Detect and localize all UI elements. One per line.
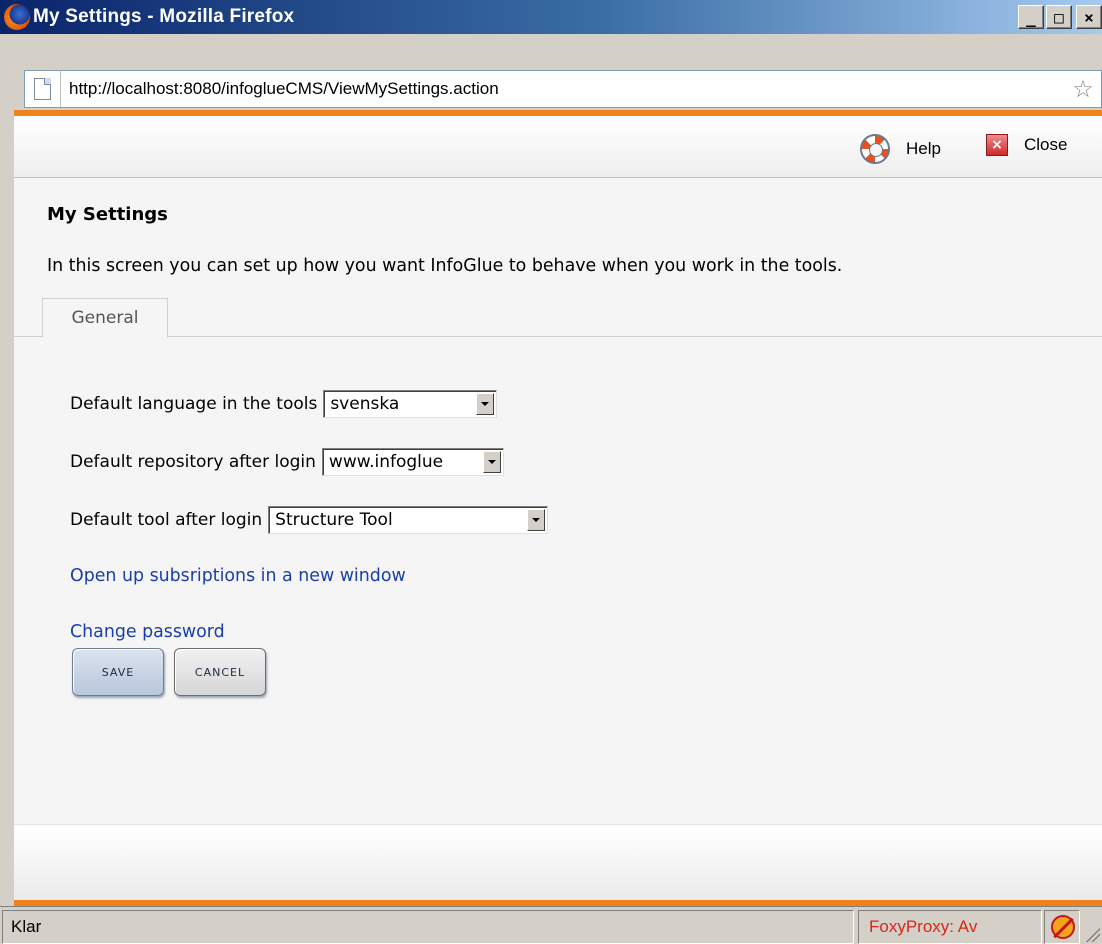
chevron-down-icon[interactable] bbox=[527, 509, 546, 531]
help-label: Help bbox=[906, 139, 941, 158]
url-text[interactable]: http://localhost:8080/infoglueCMS/ViewMy… bbox=[69, 79, 1065, 99]
close-button[interactable]: × Close bbox=[986, 134, 1067, 156]
repository-select-value: www.infoglue bbox=[328, 452, 444, 472]
status-text: Klar bbox=[11, 917, 42, 936]
foxyproxy-status[interactable]: FoxyProxy: Av bbox=[869, 917, 977, 937]
bottom-band bbox=[14, 824, 1102, 906]
help-button[interactable]: Help bbox=[860, 134, 941, 164]
foxyproxy-icon-pane[interactable] bbox=[1044, 910, 1080, 944]
tool-select[interactable]: Structure Tool bbox=[268, 506, 549, 534]
page-content: Help × Close My Settings In this screen … bbox=[14, 110, 1102, 906]
language-row: Default language in the tools svenska bbox=[70, 390, 498, 418]
window-title: My Settings - Mozilla Firefox bbox=[33, 6, 295, 27]
language-label: Default language in the tools bbox=[70, 394, 318, 414]
window-controls: _ □ × bbox=[1018, 5, 1102, 29]
tab-strip-divider bbox=[14, 336, 1102, 337]
status-bar: Klar FoxyProxy: Av bbox=[0, 906, 1102, 944]
bookmark-star-icon[interactable]: ☆ bbox=[1065, 75, 1101, 103]
page-title: My Settings bbox=[47, 204, 168, 225]
repository-select[interactable]: www.infoglue bbox=[321, 448, 504, 476]
resize-grip-icon[interactable] bbox=[1084, 926, 1100, 942]
chevron-down-icon[interactable] bbox=[476, 393, 495, 415]
subscriptions-link[interactable]: Open up subsriptions in a new window bbox=[70, 566, 406, 586]
language-select[interactable]: svenska bbox=[323, 390, 498, 418]
tab-general[interactable]: General bbox=[42, 298, 168, 338]
firefox-window: My Settings - Mozilla Firefox _ □ × http… bbox=[0, 0, 1102, 944]
tool-select-value: Structure Tool bbox=[275, 510, 393, 530]
lifebuoy-icon bbox=[860, 134, 890, 164]
foxyproxy-disabled-icon[interactable] bbox=[1051, 915, 1075, 939]
cancel-button[interactable]: CANCEL bbox=[174, 648, 266, 696]
close-icon: × bbox=[986, 134, 1008, 156]
tool-label: Default tool after login bbox=[70, 510, 263, 530]
close-window-button[interactable]: × bbox=[1076, 5, 1102, 29]
maximize-button[interactable]: □ bbox=[1046, 5, 1072, 29]
change-password-link[interactable]: Change password bbox=[70, 622, 225, 642]
page-icon bbox=[25, 71, 61, 107]
close-label: Close bbox=[1024, 135, 1068, 154]
repository-row: Default repository after login www.infog… bbox=[70, 448, 504, 476]
url-field[interactable]: http://localhost:8080/infoglueCMS/ViewMy… bbox=[24, 70, 1102, 108]
intro-text: In this screen you can set up how you wa… bbox=[47, 256, 843, 276]
save-button[interactable]: SAVE bbox=[72, 648, 164, 696]
title-bar[interactable]: My Settings - Mozilla Firefox _ □ × bbox=[0, 0, 1102, 34]
chevron-down-icon[interactable] bbox=[482, 451, 501, 473]
toolbar: Help × Close bbox=[14, 116, 1102, 178]
address-bar: http://localhost:8080/infoglueCMS/ViewMy… bbox=[0, 34, 1102, 108]
firefox-logo-icon bbox=[4, 4, 30, 30]
minimize-button[interactable]: _ bbox=[1018, 5, 1044, 29]
repository-label: Default repository after login bbox=[70, 452, 316, 472]
language-select-value: svenska bbox=[330, 394, 400, 414]
tool-row: Default tool after login Structure Tool bbox=[70, 506, 549, 534]
foxyproxy-pane[interactable]: FoxyProxy: Av bbox=[858, 910, 1042, 944]
status-pane: Klar bbox=[2, 910, 854, 944]
